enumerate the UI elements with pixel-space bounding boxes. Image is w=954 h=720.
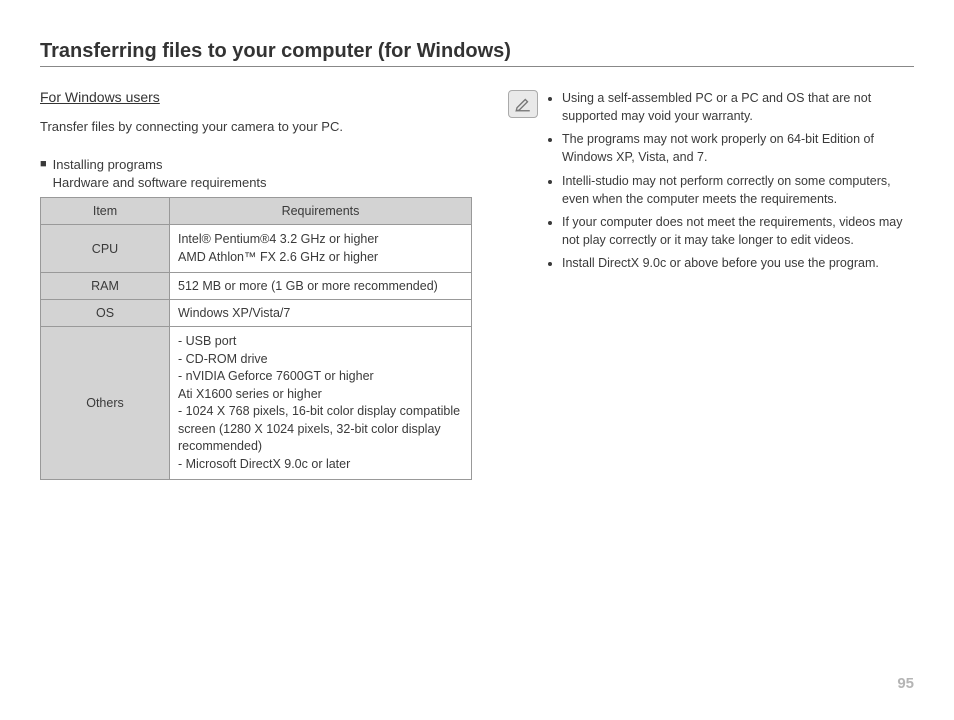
- list-item: Install DirectX 9.0c or above before you…: [562, 254, 914, 272]
- subhead-line2: Hardware and software requirements: [53, 175, 267, 190]
- table-cell-value: Windows XP/Vista/7: [170, 300, 472, 327]
- table-cell-value: - USB port - CD-ROM drive - nVIDIA Gefor…: [170, 327, 472, 480]
- note-icon: [508, 90, 538, 118]
- list-item: Using a self-assembled PC or a PC and OS…: [562, 89, 914, 125]
- pencil-note-icon: [514, 95, 532, 113]
- subsection-heading: ■ Installing programs Hardware and softw…: [40, 156, 472, 192]
- table-header-item: Item: [41, 198, 170, 225]
- table-cell-label: OS: [41, 300, 170, 327]
- table-cell-label: RAM: [41, 273, 170, 300]
- subhead-line1: Installing programs: [53, 157, 163, 172]
- table-cell-value: 512 MB or more (1 GB or more recommended…: [170, 273, 472, 300]
- table-row: OS Windows XP/Vista/7: [41, 300, 472, 327]
- note-box: Using a self-assembled PC or a PC and OS…: [508, 89, 914, 277]
- right-column: Using a self-assembled PC or a PC and OS…: [508, 89, 914, 480]
- table-row: Others - USB port - CD-ROM drive - nVIDI…: [41, 327, 472, 480]
- table-cell-label: Others: [41, 327, 170, 480]
- page-number: 95: [897, 675, 914, 692]
- requirements-table: Item Requirements CPU Intel® Pentium®4 3…: [40, 197, 472, 480]
- table-cell-value: Intel® Pentium®4 3.2 GHz or higher AMD A…: [170, 225, 472, 273]
- subsection-heading-text: Installing programs Hardware and softwar…: [53, 156, 267, 192]
- section-heading: For Windows users: [40, 89, 472, 105]
- table-header-requirements: Requirements: [170, 198, 472, 225]
- cell-text: Intel® Pentium®4 3.2 GHz or higher AMD A…: [178, 231, 463, 266]
- cell-text: - USB port - CD-ROM drive - nVIDIA Gefor…: [178, 333, 463, 473]
- intro-text: Transfer files by connecting your camera…: [40, 119, 472, 134]
- list-item: If your computer does not meet the requi…: [562, 213, 914, 249]
- page-title: Transferring files to your computer (for…: [40, 40, 914, 67]
- list-item: Intelli-studio may not perform correctly…: [562, 172, 914, 208]
- table-row: CPU Intel® Pentium®4 3.2 GHz or higher A…: [41, 225, 472, 273]
- left-column: For Windows users Transfer files by conn…: [40, 89, 472, 480]
- notes-list: Using a self-assembled PC or a PC and OS…: [546, 89, 914, 277]
- list-item: The programs may not work properly on 64…: [562, 130, 914, 166]
- square-bullet-icon: ■: [40, 158, 47, 170]
- table-row: RAM 512 MB or more (1 GB or more recomme…: [41, 273, 472, 300]
- content-columns: For Windows users Transfer files by conn…: [40, 89, 914, 480]
- table-cell-label: CPU: [41, 225, 170, 273]
